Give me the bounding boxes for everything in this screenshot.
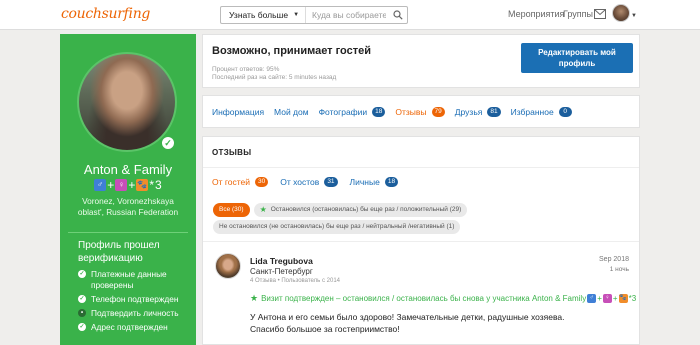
tab-references[interactable]: Отзывы 79 xyxy=(395,107,445,117)
emoji-count: 3 xyxy=(155,178,162,192)
confirmed-visit-label: Визит подтвержден – остановился / остано… xyxy=(261,294,587,303)
subtab-from-guests[interactable]: От гостей 30 xyxy=(212,177,269,187)
check-circle-icon: ✓ xyxy=(78,323,86,331)
count-badge: 30 xyxy=(255,177,269,187)
emoji-count: 3 xyxy=(631,294,637,303)
reference-duration: 1 ночь xyxy=(609,266,629,273)
verification-item-identity[interactable]: • Подтвердить личность xyxy=(78,308,193,319)
tab-favorites[interactable]: Избранное 0 xyxy=(511,107,572,117)
star-icon: ★ xyxy=(250,293,259,303)
verification-label: Адрес подтвержден xyxy=(91,322,168,332)
multiplier: * xyxy=(149,178,154,192)
user-avatar[interactable] xyxy=(612,4,630,22)
verification-item-address: ✓ Адрес подтвержден xyxy=(78,322,193,333)
check-circle-icon: ✓ xyxy=(78,270,86,278)
nav-link-events[interactable]: Мероприятия xyxy=(508,9,564,19)
tab-about[interactable]: Информация xyxy=(212,107,264,117)
reviewer-city: Санкт-Петербург xyxy=(250,267,313,276)
top-navigation-bar: couchsurfing Узнать больше ▼ Мероприятия… xyxy=(0,0,700,30)
count-badge: 0 xyxy=(558,107,572,117)
confirmed-visit-badge: ★ Визит подтвержден – остановился / оста… xyxy=(250,293,636,304)
tab-photos[interactable]: Фотографии 18 xyxy=(319,107,386,117)
filter-label: Остановился (остановилась) бы еще раз / … xyxy=(270,206,462,213)
plus-sign: + xyxy=(612,294,618,303)
count-badge: 81 xyxy=(487,107,501,117)
tab-my-home[interactable]: Мой дом xyxy=(274,107,309,117)
reference-subtabs: От гостей 30 От хостов 31 Личные 18 xyxy=(212,177,399,187)
man-emoji-icon: ♂ xyxy=(94,179,107,191)
subtab-from-hosts[interactable]: От хостов 31 xyxy=(280,177,338,187)
mail-icon[interactable] xyxy=(594,9,606,19)
count-badge: 18 xyxy=(372,107,386,117)
filter-negative-chip[interactable]: Не остановился (не остановилась) бы еще … xyxy=(213,220,461,234)
tab-label: Информация xyxy=(212,107,265,117)
hosting-status-card: Возможно, принимает гостей Процент ответ… xyxy=(202,34,640,88)
tab-label: Избранное xyxy=(510,107,554,117)
divider xyxy=(203,167,639,168)
plus-sign: + xyxy=(107,178,115,192)
search-icon[interactable] xyxy=(393,10,403,20)
man-emoji-icon: ♂ xyxy=(587,294,597,303)
reviewer-name[interactable]: Lida Tregubova xyxy=(250,256,313,266)
references-header: ОТЗЫВЫ xyxy=(212,148,252,157)
tab-label: Друзья xyxy=(454,107,483,117)
verified-check-icon: ✓ xyxy=(160,135,176,151)
tab-label: Фотографии xyxy=(318,107,368,117)
tab-friends[interactable]: Друзья 81 xyxy=(455,107,501,117)
cat-emoji-icon: 🐾 xyxy=(618,294,628,303)
tab-label: Отзывы xyxy=(395,107,427,117)
woman-emoji-icon: ♀ xyxy=(602,294,612,303)
profile-tabs-card: Информация Мой дом Фотографии 18 Отзывы 79… xyxy=(202,95,640,128)
reference-text: У Антона и его семьи было здорово! Замеч… xyxy=(250,312,565,334)
edit-profile-button[interactable]: Редактировать мой профиль xyxy=(521,43,633,73)
divider xyxy=(68,232,188,233)
response-rate: Процент ответов: 95% xyxy=(212,66,280,73)
cat-emoji-icon: 🐾 xyxy=(136,179,149,191)
subtab-label: От хостов xyxy=(280,177,320,187)
family-emoji-row: ♂ + ♀ + 🐾 * 3 xyxy=(60,178,196,192)
count-badge: 18 xyxy=(384,177,399,187)
search-input[interactable] xyxy=(306,10,387,20)
profile-name: Anton & Family xyxy=(83,162,173,177)
star-icon: ★ xyxy=(259,205,267,214)
check-circle-icon: ✓ xyxy=(78,295,86,303)
chevron-down-icon[interactable]: ▼ xyxy=(631,13,637,19)
couchsurfing-logo[interactable]: couchsurfing xyxy=(61,6,150,22)
plus-sign: + xyxy=(128,178,136,192)
profile-tabs: Информация Мой дом Фотографии 18 Отзывы 79… xyxy=(212,107,572,117)
count-badge: 79 xyxy=(431,107,445,117)
reviewer-avatar[interactable] xyxy=(215,253,241,279)
plus-sign: + xyxy=(597,294,602,303)
hosting-status-title: Возможно, принимает гостей xyxy=(212,45,372,57)
filter-positive-chip[interactable]: ★ Остановился (остановилась) бы еще раз /… xyxy=(253,203,468,217)
count-badge: 31 xyxy=(324,177,338,187)
verification-label: Подтвердить личность xyxy=(91,308,179,318)
reviewer-meta: 4 Отзыва • Пользователь с 2014 xyxy=(250,278,340,284)
profile-sidebar: ✓ Anton & Family ♂ + ♀ + 🐾 * 3 Voronez, V… xyxy=(60,34,196,345)
reference-date: Sep 2018 xyxy=(599,256,629,263)
subtab-personal[interactable]: Личные 18 xyxy=(350,177,399,187)
verification-item-payment: ✓ Платежные данные проверены xyxy=(78,269,193,291)
verification-label: Платежные данные проверены xyxy=(91,269,167,290)
nav-link-groups[interactable]: Группы xyxy=(563,9,593,19)
search-type-select[interactable]: Узнать больше ▼ xyxy=(221,7,307,23)
profile-location: Voronez, Voronezhskaya oblast', Russian … xyxy=(77,196,179,217)
filter-all-chip[interactable]: Все (30) xyxy=(213,203,250,217)
verification-item-phone: ✓ Телефон подтвержден xyxy=(78,294,193,305)
subtab-label: Личные xyxy=(349,177,380,187)
verification-title: Профиль прошел верификацию xyxy=(78,240,160,264)
chevron-down-icon: ▼ xyxy=(293,12,300,18)
woman-emoji-icon: ♀ xyxy=(115,179,128,191)
search-type-label: Узнать больше xyxy=(229,10,289,20)
reference-filters: Все (30) ★ Остановился (остановилась) бы … xyxy=(213,203,473,234)
verification-list: ✓ Платежные данные проверены ✓ Телефон под… xyxy=(78,269,193,336)
references-card: ОТЗЫВЫ От гостей 30 От хостов 31 Личные 18 … xyxy=(202,136,640,345)
search-bar: Узнать больше ▼ xyxy=(220,6,408,24)
subtab-label: От гостей xyxy=(212,177,251,187)
verification-label: Телефон подтвержден xyxy=(91,294,179,304)
pending-circle-icon: • xyxy=(78,309,86,317)
last-login: Последний раз на сайте: 5 minutes назад xyxy=(212,74,337,81)
divider xyxy=(203,241,639,242)
tab-label: Мой дом xyxy=(274,107,309,117)
